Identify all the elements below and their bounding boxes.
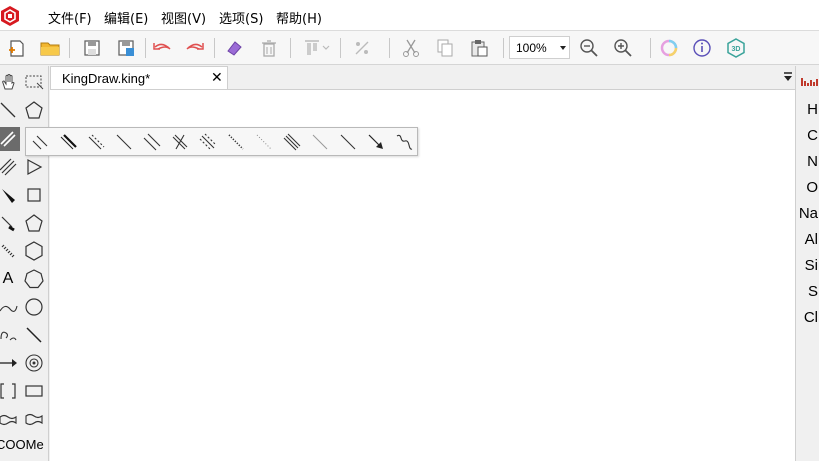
crossed-double-bond-icon[interactable]	[168, 130, 192, 154]
close-icon[interactable]: ✕	[211, 69, 223, 86]
arrow-bond-icon[interactable]	[364, 130, 388, 154]
element-silicon[interactable]: Si	[796, 257, 819, 274]
element-chlorine[interactable]: Cl	[796, 309, 819, 326]
toolbar-separator	[69, 38, 70, 58]
toolbar-separator	[340, 38, 341, 58]
bold-double-bond-icon[interactable]	[56, 130, 80, 154]
banner-shape-icon[interactable]	[22, 407, 46, 431]
bracket-tool-icon[interactable]	[0, 379, 20, 403]
document-tab-title: KingDraw.king*	[62, 71, 151, 86]
text-tool-label: A	[2, 270, 14, 287]
element-oxygen[interactable]: O	[796, 179, 819, 196]
copy-icon[interactable]	[433, 36, 457, 60]
element-nitrogen[interactable]: N	[796, 153, 819, 170]
triple-bond-icon[interactable]	[280, 130, 304, 154]
triple-bond-icon[interactable]	[0, 155, 20, 179]
element-sodium[interactable]: Na	[796, 205, 819, 222]
hand-tool-icon[interactable]	[0, 70, 20, 94]
line-tool-icon[interactable]	[22, 323, 46, 347]
toolbar-separator	[389, 38, 390, 58]
zoom-select[interactable]: 100%	[509, 36, 570, 59]
chevron-down-icon	[560, 46, 566, 50]
zoom-in-icon[interactable]	[611, 36, 635, 60]
pentagon-ring-icon[interactable]	[22, 98, 46, 122]
toolbar-separator	[650, 38, 651, 58]
cut-icon[interactable]	[399, 36, 423, 60]
orbital-target-icon[interactable]	[22, 351, 46, 375]
zoom-value: 100%	[516, 41, 547, 55]
flip-icon[interactable]	[350, 36, 374, 60]
curve-tool-icon[interactable]	[0, 295, 20, 319]
toolbar-separator	[290, 38, 291, 58]
document-tab-bar: KingDraw.king* ✕	[50, 66, 795, 90]
element-aluminium[interactable]: Al	[796, 231, 819, 248]
info-icon[interactable]	[690, 36, 714, 60]
wedge-bond-icon[interactable]	[0, 183, 20, 207]
toolbar-separator	[214, 38, 215, 58]
3d-view-icon[interactable]: 3D	[724, 36, 748, 60]
double-bond-icon[interactable]	[140, 130, 164, 154]
rectangle-tool-icon[interactable]	[22, 379, 46, 403]
left-tool-palette: A COOMe	[0, 66, 49, 461]
open-folder-icon[interactable]	[38, 36, 62, 60]
delete-icon[interactable]	[257, 36, 281, 60]
square-ring-icon[interactable]	[22, 183, 46, 207]
triangle-ring-icon[interactable]	[22, 155, 46, 179]
save-as-icon[interactable]	[114, 36, 138, 60]
hashed-bond-icon[interactable]	[0, 239, 20, 263]
coordinate-bond-icon[interactable]	[336, 130, 360, 154]
dashed-double-bond-icon[interactable]	[84, 130, 108, 154]
pentagon-ring-icon[interactable]	[22, 211, 46, 235]
svg-text:3D: 3D	[732, 46, 741, 53]
marquee-select-icon[interactable]	[22, 70, 46, 94]
dotted-bond-icon[interactable]	[224, 130, 248, 154]
kingdraw-logo-icon	[0, 5, 20, 27]
text-tool-icon[interactable]: A	[0, 267, 20, 291]
undo-icon[interactable]	[150, 36, 174, 60]
menu-file[interactable]: 文件(F)	[48, 8, 92, 27]
menu-bar: 文件(F) 编辑(E) 视图(V) 选项(S) 帮助(H)	[0, 0, 819, 31]
bold-bond-icon[interactable]	[0, 211, 20, 235]
element-carbon[interactable]: C	[796, 127, 819, 144]
wave-shape-icon[interactable]	[0, 407, 20, 431]
toolbar-separator	[503, 38, 504, 58]
element-hydrogen[interactable]: H	[796, 101, 819, 118]
bond-tool-active-icon[interactable]	[0, 127, 20, 151]
element-sulfur[interactable]: S	[796, 283, 819, 300]
menu-help[interactable]: 帮助(H)	[276, 8, 322, 27]
circle-ring-icon[interactable]	[22, 295, 46, 319]
paste-icon[interactable]	[467, 36, 491, 60]
single-bond-icon[interactable]	[112, 130, 136, 154]
thin-bond-icon[interactable]	[308, 130, 332, 154]
main-toolbar: 3D	[0, 31, 819, 65]
save-icon[interactable]	[80, 36, 104, 60]
menu-view[interactable]: 视图(V)	[161, 8, 206, 27]
zoom-out-icon[interactable]	[577, 36, 601, 60]
eraser-icon[interactable]	[222, 36, 246, 60]
heptagon-ring-icon[interactable]	[22, 267, 46, 291]
arrow-tool-icon[interactable]	[0, 351, 20, 375]
wavy-bond-icon[interactable]	[392, 130, 416, 154]
abbreviation-tool-label: COOMe	[0, 436, 44, 452]
hydrogen-bond-icon[interactable]	[252, 130, 276, 154]
dashed-triple-bond-icon[interactable]	[196, 130, 220, 154]
double-bond-icon[interactable]	[28, 130, 52, 154]
periodic-table-icon[interactable]	[800, 74, 819, 86]
color-wheel-icon[interactable]	[657, 36, 681, 60]
abbreviation-tool[interactable]: COOMe	[0, 432, 46, 456]
single-bond-icon[interactable]	[0, 98, 20, 122]
document-tab[interactable]: KingDraw.king* ✕	[50, 66, 228, 90]
toolbar-separator	[145, 38, 146, 58]
menu-options[interactable]: 选项(S)	[219, 8, 263, 27]
bond-type-flyout	[25, 127, 418, 156]
menu-edit[interactable]: 编辑(E)	[104, 8, 148, 27]
align-icon[interactable]	[300, 36, 334, 60]
new-file-icon[interactable]	[5, 36, 29, 60]
hexagon-ring-icon[interactable]	[22, 239, 46, 263]
chain-tool-icon[interactable]	[0, 323, 20, 347]
redo-icon[interactable]	[183, 36, 207, 60]
tab-list-menu-icon[interactable]	[783, 72, 793, 82]
element-panel: H C N O Na Al Si S Cl	[795, 66, 819, 461]
